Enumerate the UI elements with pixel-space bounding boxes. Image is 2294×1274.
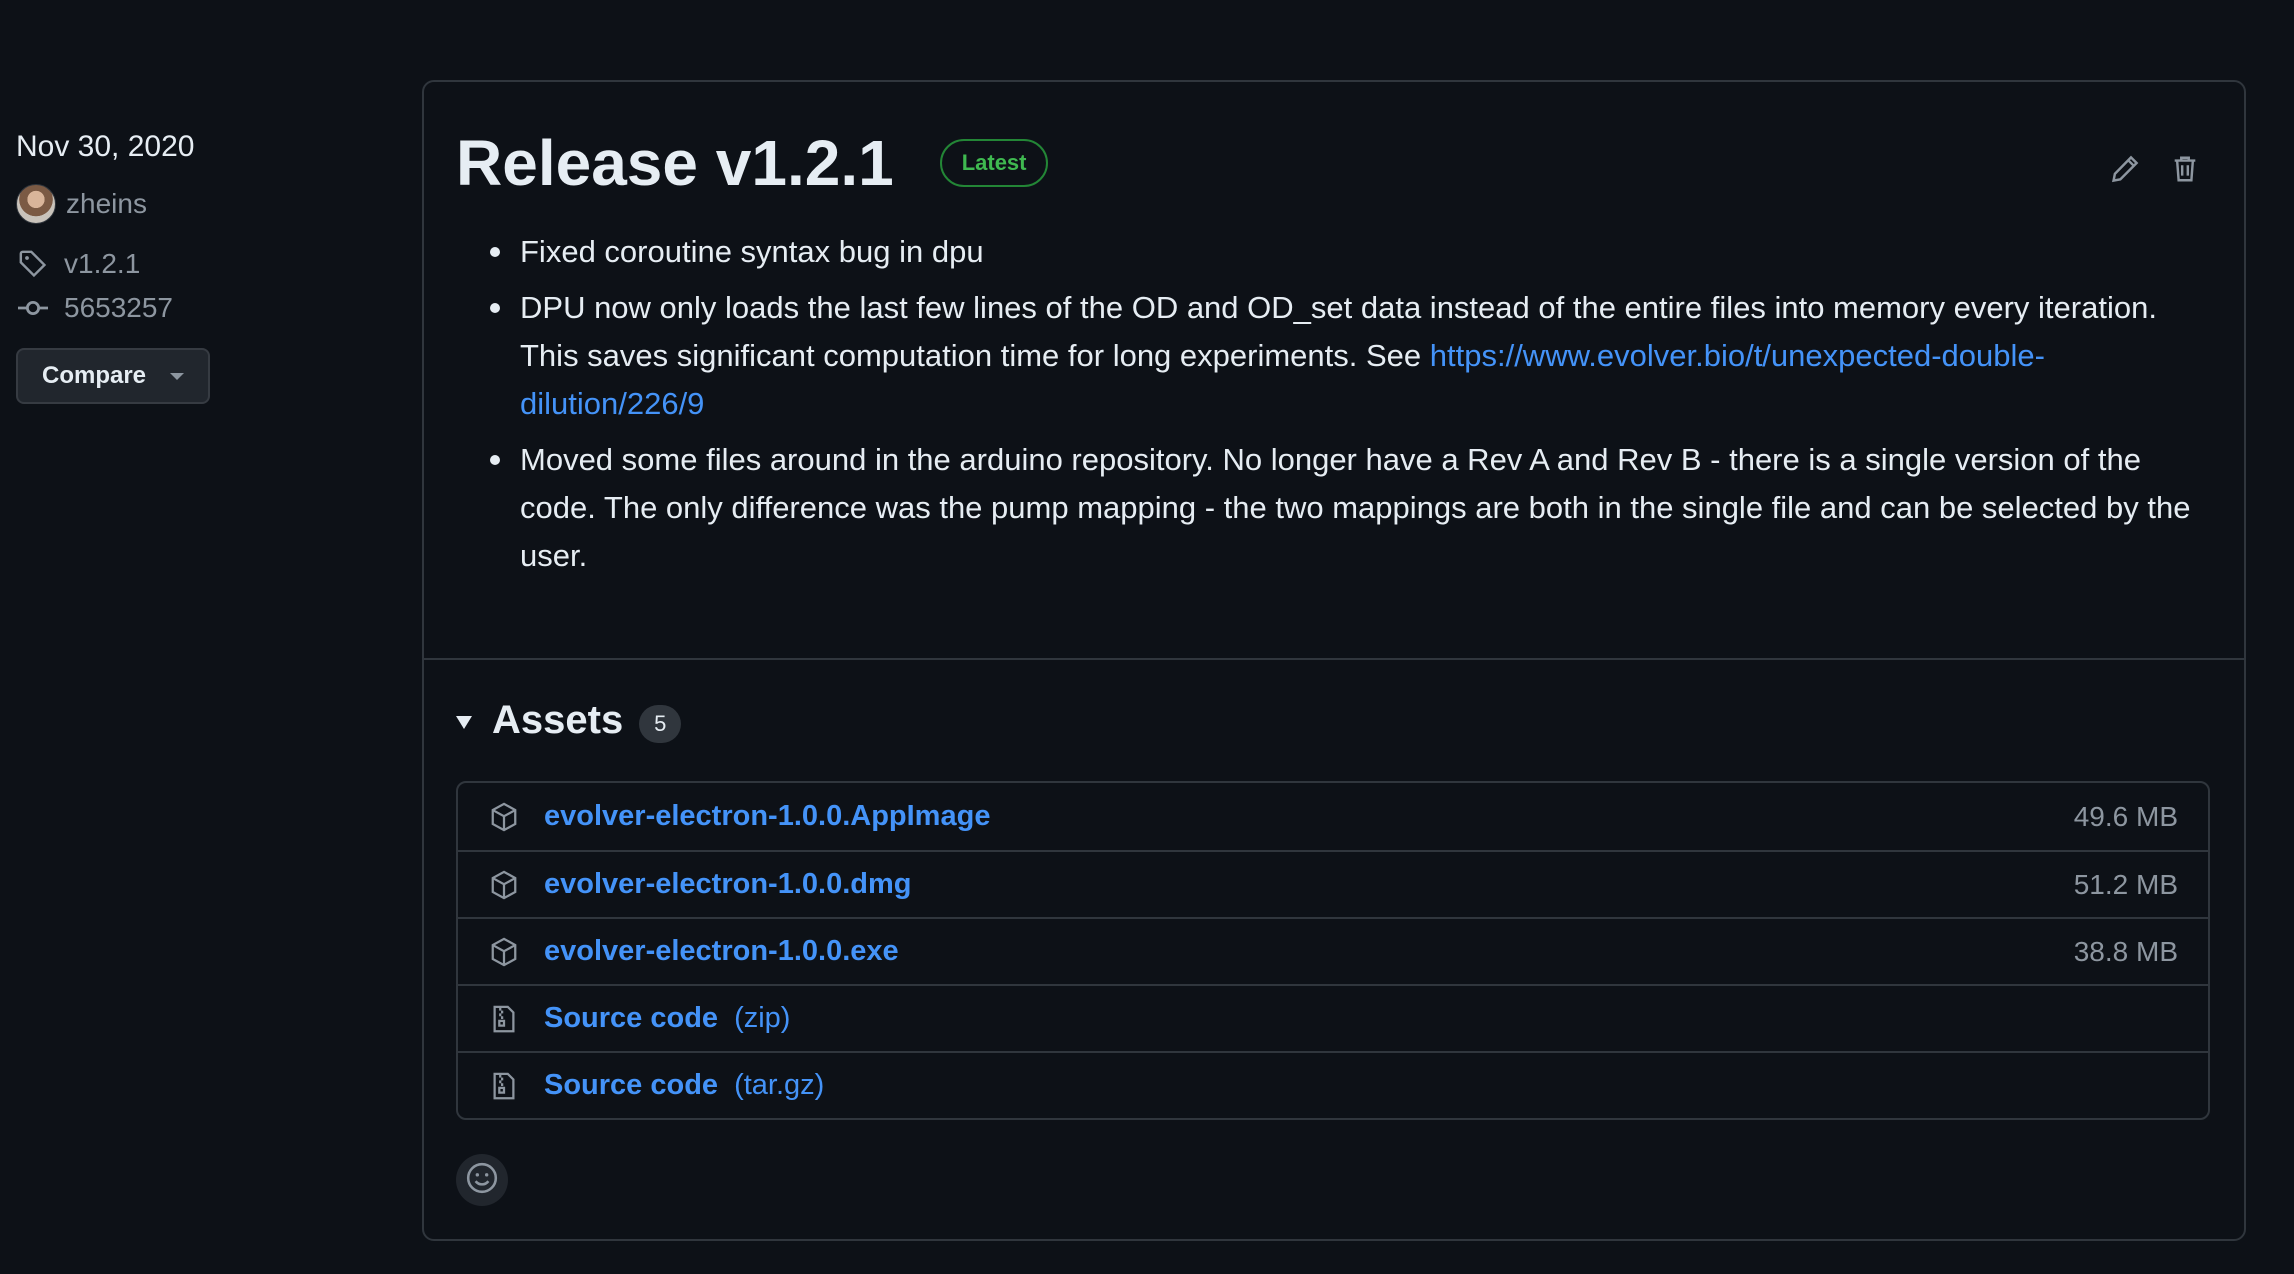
note-text: Fixed coroutine syntax bug in dpu xyxy=(520,234,984,269)
note-text: Moved some files around in the arduino r… xyxy=(520,442,2191,573)
commit-icon xyxy=(16,291,50,325)
asset-name[interactable]: Source code xyxy=(544,1002,718,1035)
release-date: Nov 30, 2020 xyxy=(16,130,195,163)
compare-label: Compare xyxy=(42,362,147,389)
asset-row[interactable]: Source code (tar.gz) xyxy=(458,1051,2208,1118)
pencil-icon[interactable] xyxy=(2108,152,2142,186)
assets-section: Assets 5 evolver-electron-1.0.0.AppImage… xyxy=(424,660,2244,1206)
note-item: Fixed coroutine syntax bug in dpu xyxy=(490,228,2210,276)
release-actions xyxy=(2108,152,2202,186)
package-icon xyxy=(488,869,520,901)
tag-icon xyxy=(16,247,50,281)
asset-name[interactable]: evolver-electron-1.0.0.AppImage xyxy=(544,800,990,833)
trash-icon[interactable] xyxy=(2168,152,2202,186)
smiley-icon xyxy=(465,1161,499,1200)
asset-format[interactable]: (zip) xyxy=(734,1002,790,1035)
author-row[interactable]: zheins xyxy=(16,182,396,226)
package-icon xyxy=(488,801,520,833)
triangle-down-icon[interactable] xyxy=(456,716,472,729)
latest-badge: Latest xyxy=(939,139,1049,187)
asset-row[interactable]: evolver-electron-1.0.0.AppImage 49.6 MB xyxy=(458,783,2208,850)
tag-row[interactable]: v1.2.1 xyxy=(16,242,396,286)
note-item: Moved some files around in the arduino r… xyxy=(490,436,2210,580)
asset-name[interactable]: evolver-electron-1.0.0.dmg xyxy=(544,868,911,901)
asset-name[interactable]: Source code xyxy=(544,1069,718,1102)
asset-format[interactable]: (tar.gz) xyxy=(734,1069,824,1102)
release-sidebar: Nov 30, 2020 zheins v1.2.1 5653257 Compa… xyxy=(16,130,396,404)
file-zip-icon xyxy=(488,1070,520,1102)
release-notes: Fixed coroutine syntax bug in dpu DPU no… xyxy=(456,228,2210,580)
asset-row[interactable]: Source code (zip) xyxy=(458,984,2208,1051)
asset-row[interactable]: evolver-electron-1.0.0.dmg 51.2 MB xyxy=(458,850,2208,917)
asset-size: 38.8 MB xyxy=(2073,935,2178,967)
assets-title[interactable]: Assets xyxy=(492,698,623,743)
add-reaction-button[interactable] xyxy=(456,1154,508,1206)
avatar[interactable] xyxy=(16,184,56,224)
commit-row[interactable]: 5653257 xyxy=(16,286,396,330)
compare-button[interactable]: Compare xyxy=(16,348,211,404)
asset-row[interactable]: evolver-electron-1.0.0.exe 38.8 MB xyxy=(458,917,2208,984)
asset-name[interactable]: evolver-electron-1.0.0.exe xyxy=(544,935,899,968)
asset-size: 49.6 MB xyxy=(2073,800,2178,832)
release-header: Release v1.2.1 Latest xyxy=(456,126,2210,200)
assets-toggle[interactable]: Assets 5 xyxy=(456,698,2210,743)
release-card: Release v1.2.1 Latest Fixed coroutine sy… xyxy=(422,80,2246,1241)
release-body: Release v1.2.1 Latest Fixed coroutine sy… xyxy=(424,82,2244,660)
note-item: DPU now only loads the last few lines of… xyxy=(490,284,2210,428)
file-zip-icon xyxy=(488,1003,520,1035)
package-icon xyxy=(488,936,520,968)
assets-count: 5 xyxy=(639,704,682,743)
tag-label[interactable]: v1.2.1 xyxy=(64,248,140,280)
asset-size: 51.2 MB xyxy=(2073,868,2178,900)
commit-hash[interactable]: 5653257 xyxy=(64,292,173,324)
release-title[interactable]: Release v1.2.1 xyxy=(456,126,894,200)
asset-list: evolver-electron-1.0.0.AppImage 49.6 MB … xyxy=(456,781,2210,1120)
caret-down-icon xyxy=(170,372,185,380)
author-name[interactable]: zheins xyxy=(66,188,147,220)
